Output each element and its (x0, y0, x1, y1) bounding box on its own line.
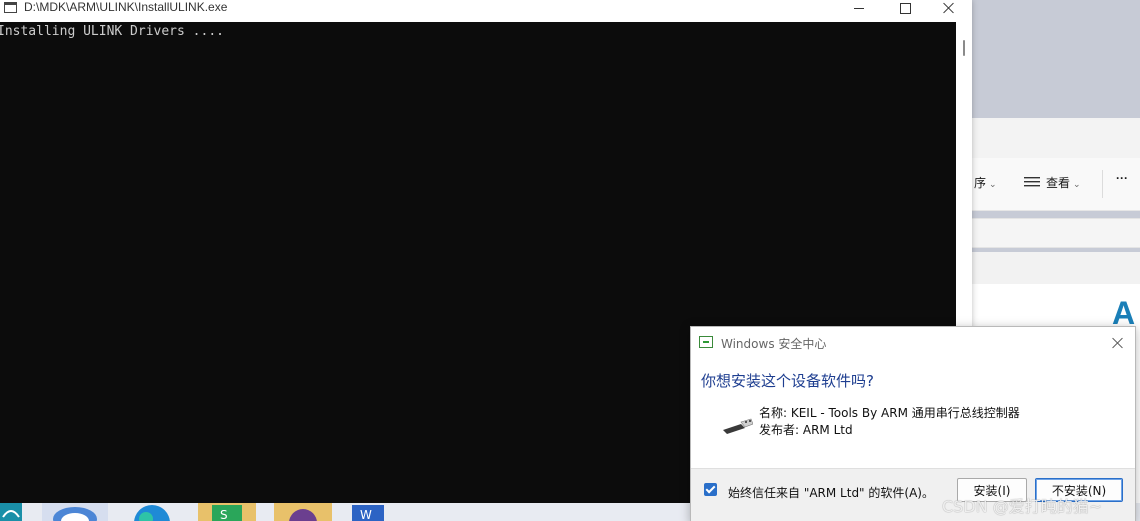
console-app-icon (4, 2, 17, 13)
svg-text:W: W (360, 508, 372, 521)
scrollbar-thumb[interactable] (963, 40, 965, 56)
trust-checkbox[interactable] (704, 483, 717, 496)
security-dialog: Windows 安全中心 你想安装这个设备软件吗? 名称: KEIL - Too… (690, 326, 1136, 521)
usb-device-icon (723, 418, 753, 434)
csdn-watermark: CSDN @爱打盹的猫~ (942, 497, 1103, 516)
maximize-icon (899, 2, 911, 14)
install-question: 你想安装这个设备软件吗? (701, 372, 874, 390)
dialog-titlebar[interactable]: Windows 安全中心 (691, 327, 1135, 359)
explorer-titlebar (960, 118, 1140, 158)
console-output-text: Installing ULINK Drivers .... (0, 24, 224, 39)
explorer-address-bar[interactable] (960, 218, 1140, 248)
wps-sheet-icon[interactable]: S (198, 503, 256, 521)
trust-checkbox-label[interactable]: 始终信任来自 "ARM Ltd" 的软件(A)。 (728, 484, 934, 501)
close-button[interactable] (926, 0, 972, 22)
console-titlebar[interactable]: D:\MDK\ARM\ULINK\InstallULINK.exe (0, 0, 972, 22)
command-separator (1102, 170, 1103, 198)
cloud-app-icon[interactable] (42, 503, 108, 521)
console-title: D:\MDK\ARM\ULINK\InstallULINK.exe (24, 0, 228, 14)
maximize-button[interactable] (882, 0, 928, 22)
explorer-command-bar: 序 ⌄ 查看 ⌄ ··· (960, 158, 1140, 211)
dialog-close-icon[interactable] (1111, 336, 1125, 350)
close-icon (943, 2, 955, 14)
wifi-icon[interactable] (0, 503, 22, 521)
desktop: 序⌄ 查看⌄ ··· A t D:\MDK\ARM\ULINK\InstallU… (0, 0, 1140, 521)
minimize-button[interactable] (836, 0, 882, 22)
media-app-icon[interactable] (274, 503, 332, 521)
list-view-icon (1024, 177, 1040, 187)
windows-security-icon (699, 336, 713, 348)
chevron-down-icon: ⌄ (1073, 179, 1081, 189)
view-command[interactable]: 查看 ⌄ (1024, 174, 1081, 191)
edge-browser-icon[interactable] (116, 503, 186, 521)
device-name: 名称: KEIL - Tools By ARM 通用串行总线控制器 (759, 406, 1020, 420)
sort-label: 序 (974, 176, 987, 190)
svg-text:S: S (220, 508, 228, 521)
more-options-icon[interactable]: ··· (1116, 171, 1128, 185)
sort-command[interactable]: 序 ⌄ (974, 174, 997, 191)
device-info: 名称: KEIL - Tools By ARM 通用串行总线控制器 发布者: A… (759, 405, 1020, 439)
dialog-title: Windows 安全中心 (721, 337, 827, 351)
minimize-icon (854, 7, 864, 9)
chevron-down-icon: ⌄ (989, 179, 997, 189)
device-publisher: 发布者: ARM Ltd (759, 423, 853, 437)
word-app-icon[interactable]: W (350, 503, 386, 521)
view-label: 查看 (1046, 176, 1071, 190)
explorer-content-header (960, 252, 1140, 284)
